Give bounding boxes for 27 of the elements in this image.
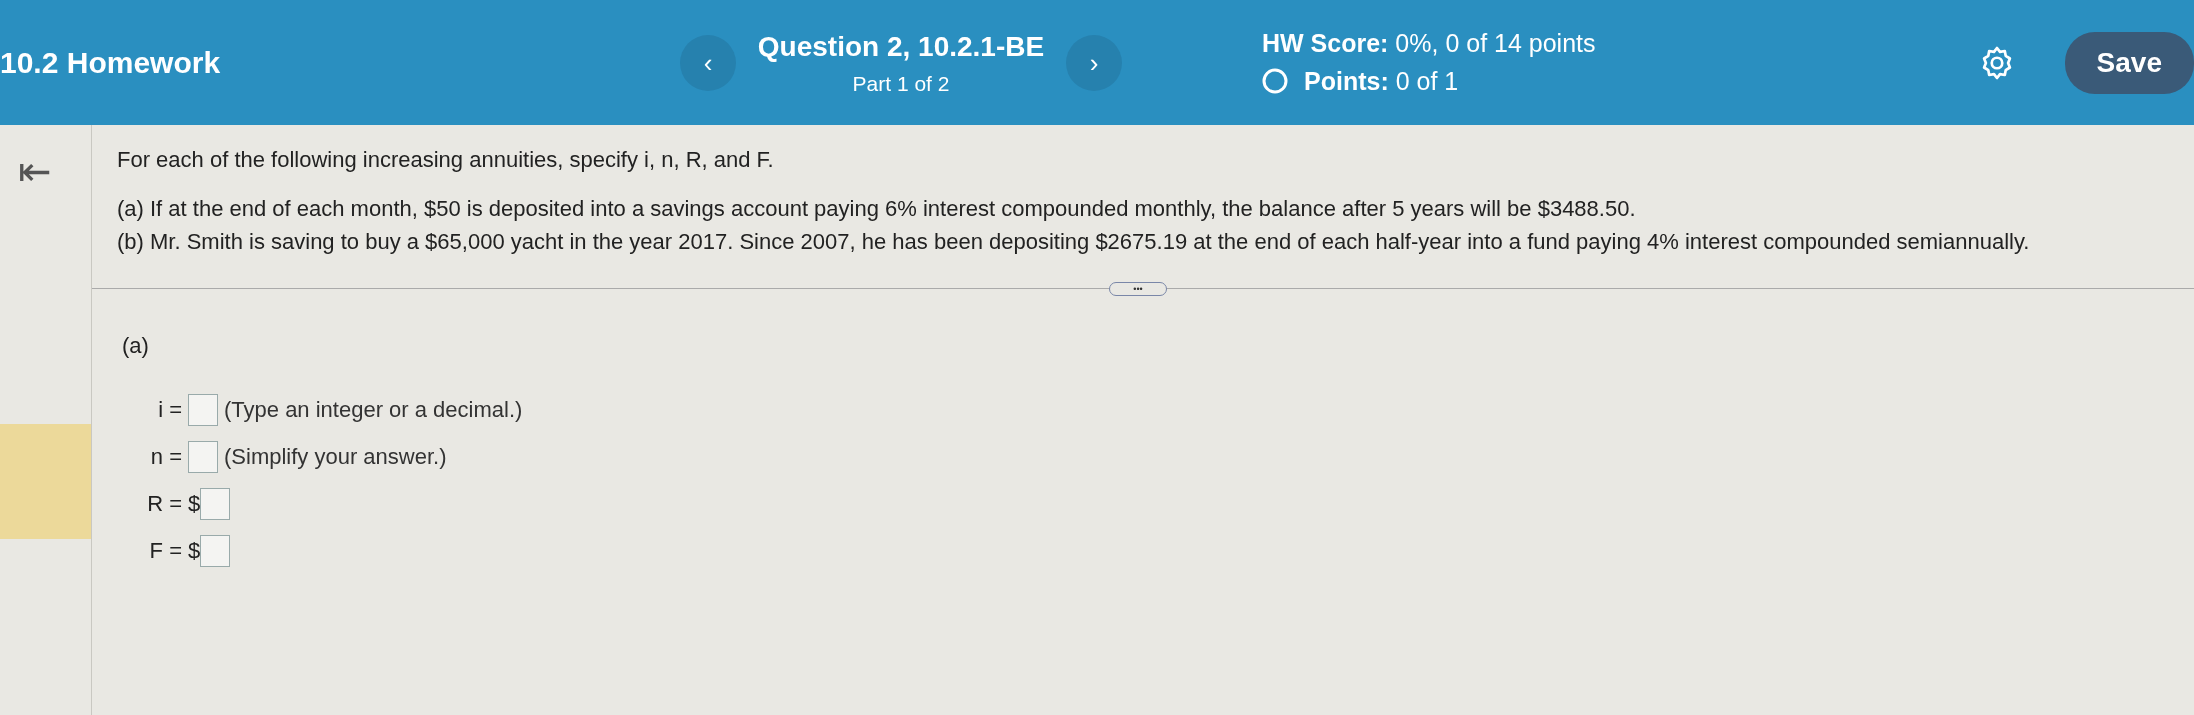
- points-text: Points: 0 of 1: [1304, 65, 1459, 97]
- hw-score: HW Score: 0%, 0 of 14 points: [1262, 28, 1597, 59]
- next-button[interactable]: ›: [1066, 34, 1122, 91]
- collapse-button[interactable]: ⇤: [0, 151, 52, 191]
- currency-sign: $: [188, 537, 201, 565]
- answer-box[interactable]: [200, 487, 231, 520]
- part-indicator: Part 1 of 2: [851, 70, 951, 97]
- expand-handle[interactable]: •••: [1109, 282, 1167, 296]
- variable-label: i =: [157, 396, 182, 424]
- status-circle-icon: [1262, 68, 1288, 95]
- problem-statement: (b) Mr. Smith is saving to buy a $65,000 yacht in the year 2017. Since 2007, he has been depositing $2675.19 at the end of each half-year into a fund paying 4% interest compounded semiannually.: [117, 228, 2031, 256]
- previous-button[interactable]: ‹: [680, 34, 736, 91]
- part-label: (a): [122, 332, 150, 360]
- answer-hint: (Type an integer or a decimal.): [224, 396, 523, 424]
- variable-label: R =: [146, 490, 182, 518]
- save-button[interactable]: Save: [2064, 31, 2194, 94]
- answer-box[interactable]: [188, 393, 218, 426]
- variable-label: F =: [148, 537, 182, 565]
- assignment-title: 10.2 Homework: [0, 45, 222, 81]
- answer-box[interactable]: [188, 440, 218, 473]
- answer-box[interactable]: [200, 534, 231, 567]
- currency-sign: $: [188, 490, 201, 518]
- question-title: Question 2, 10.2.1-BE: [756, 29, 1046, 64]
- instructions-text: For each of the following increasing annuities, specify i, n, R, and F.: [116, 146, 775, 174]
- variable-label: n =: [149, 443, 182, 471]
- problem-statement: (a) If at the end of each month, $50 is deposited into a savings account paying 6% interest compounded monthly, the balance after 5 years will be $3488.50.: [117, 195, 1637, 223]
- answer-hint: (Simplify your answer.): [224, 443, 447, 471]
